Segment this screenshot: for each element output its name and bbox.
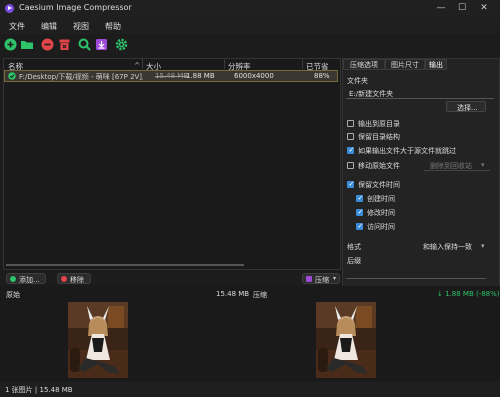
- horizontal-scrollbar[interactable]: [6, 264, 244, 266]
- status-bar: [0, 382, 500, 397]
- sort-arrow-icon: ^: [134, 61, 141, 70]
- compress-label: 压缩: [315, 276, 329, 284]
- search-icon[interactable]: [78, 38, 91, 51]
- menu-file[interactable]: 文件: [9, 21, 25, 32]
- remove-files-label: 移除: [70, 276, 84, 284]
- column-separator: [302, 59, 303, 69]
- menu-edit[interactable]: 编辑: [41, 21, 57, 32]
- file-original-size: 15.48 MB: [155, 72, 189, 80]
- keep-dates-label: 保留文件时间: [358, 181, 400, 189]
- keep-dates-checkbox[interactable]: [347, 180, 354, 188]
- chevron-down-icon[interactable]: ▾: [333, 275, 336, 282]
- original-size: 15.48 MB: [216, 290, 250, 298]
- file-name: F:/Desktop/下载/视频 - 萌咪 [67P 2V],: [19, 73, 143, 81]
- compress-icon: [306, 276, 312, 282]
- file-resolution: 6000x4000: [234, 72, 274, 80]
- created-date-checkbox[interactable]: [356, 194, 363, 202]
- import-icon[interactable]: [95, 38, 108, 51]
- folder-value: E:/新建文件夹: [349, 90, 394, 98]
- settings-icon[interactable]: [115, 38, 128, 51]
- tab-compression[interactable]: 压缩选项: [343, 59, 385, 70]
- compressed-size: ↓ 1.88 MB (-88%): [437, 290, 500, 298]
- original-label: 原始: [6, 291, 20, 299]
- keep-structure-checkbox[interactable]: [347, 133, 354, 140]
- accessed-date-label: 访问时间: [367, 223, 395, 231]
- window-title: Caesium Image Compressor: [19, 3, 132, 12]
- suffix-label: 后缀: [347, 257, 361, 265]
- suffix-input[interactable]: [346, 268, 486, 279]
- remove-files-button[interactable]: 移除: [57, 273, 91, 284]
- remove-icon[interactable]: [41, 38, 54, 51]
- status-text: 1 张图片 | 15.48 MB: [5, 386, 73, 394]
- skip-larger-label: 如果输出文件大于源文件就跳过: [358, 147, 456, 155]
- output-to-source-checkbox[interactable]: [347, 120, 354, 127]
- maximize-button[interactable]: ☐: [455, 2, 469, 14]
- skip-larger-checkbox[interactable]: [347, 146, 354, 154]
- format-label: 格式: [347, 243, 361, 251]
- plus-icon: [10, 276, 16, 282]
- modified-date-label: 修改时间: [367, 209, 395, 217]
- original-preview-image: [68, 302, 128, 378]
- compressed-label: 压缩: [253, 291, 267, 299]
- move-original-checkbox[interactable]: [347, 162, 354, 169]
- tab-resize[interactable]: 图片尺寸: [385, 59, 425, 70]
- clear-icon[interactable]: [58, 38, 71, 51]
- keep-structure-label: 保留目录结构: [358, 133, 400, 141]
- file-saved: 88%: [314, 72, 330, 80]
- folder-icon[interactable]: [20, 38, 34, 51]
- file-compressed-size: 1.88 MB: [186, 72, 215, 80]
- move-target-value: 删除到回收站: [430, 162, 472, 170]
- column-separator: [224, 59, 225, 69]
- minimize-button[interactable]: —: [434, 2, 448, 14]
- compress-button[interactable]: 压缩 ▾: [302, 273, 340, 284]
- compressed-preview-image: [316, 302, 376, 378]
- file-list: [3, 58, 341, 270]
- accessed-date-checkbox[interactable]: [356, 222, 363, 230]
- check-circle-icon: [8, 72, 16, 80]
- chevron-down-icon: ▾: [481, 242, 485, 250]
- created-date-label: 创建时间: [367, 195, 395, 203]
- modified-date-checkbox[interactable]: [356, 208, 363, 216]
- browse-label: 选择...: [457, 104, 478, 112]
- toolbar: [0, 34, 500, 56]
- format-value: 和输入保持一致: [423, 243, 472, 251]
- column-separator: [142, 59, 143, 69]
- chevron-down-icon: ▾: [481, 161, 485, 169]
- app-icon: [5, 4, 14, 13]
- add-files-label: 添加...: [19, 276, 40, 284]
- add-icon[interactable]: [4, 38, 17, 51]
- output-to-source-label: 输出到原目录: [358, 120, 400, 128]
- menu-help[interactable]: 帮助: [105, 21, 121, 32]
- menu-view[interactable]: 视图: [73, 21, 89, 32]
- move-original-label: 移动原始文件: [358, 162, 400, 170]
- add-files-button[interactable]: 添加...: [6, 273, 46, 284]
- close-button[interactable]: ✕: [477, 2, 491, 14]
- tab-output[interactable]: 输出: [425, 59, 447, 70]
- folder-label: 文件夹: [347, 77, 368, 85]
- minus-icon: [61, 276, 67, 282]
- browse-button[interactable]: 选择...: [446, 101, 486, 112]
